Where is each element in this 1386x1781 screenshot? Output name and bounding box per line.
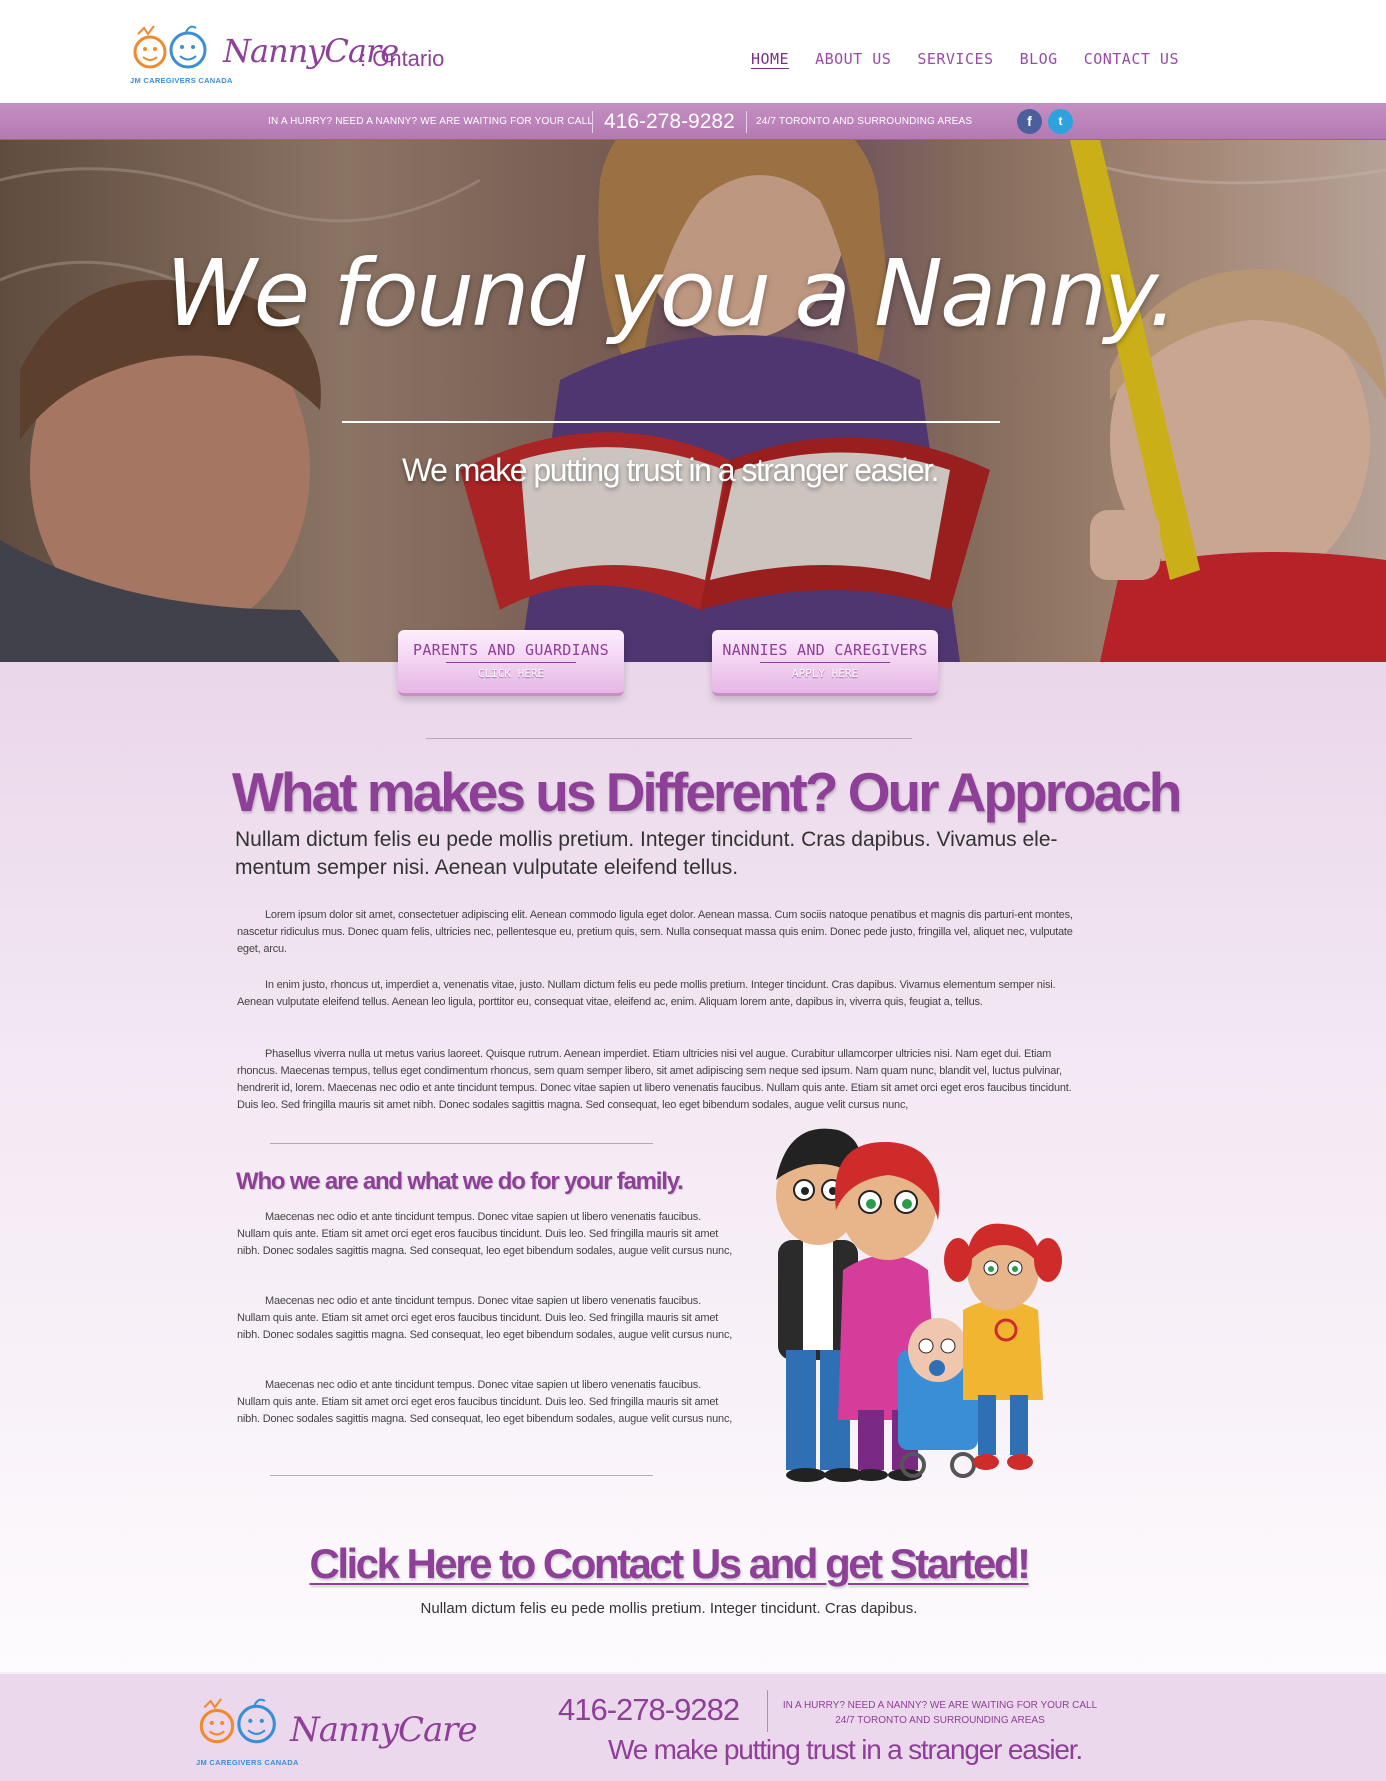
footer-logo[interactable]: NannyCare JM CAREGIVERS CANADA [194,1688,478,1768]
nav-blog[interactable]: BLOG [1020,50,1058,68]
parents-guardians-button[interactable]: PARENTS AND GUARDIANS CLICK HERE [398,630,624,696]
footer-logo-wordmark: NannyCare [290,1710,478,1750]
contact-subtext: Nullam dictum felis eu pede mollis preti… [420,1600,918,1617]
footer-phone[interactable]: 416-278-9282 [558,1692,740,1728]
hero-title: We found you a Nanny. [165,240,1177,347]
strip-hurry-text: IN A HURRY? NEED A NANNY? WE ARE WAITING… [268,116,594,127]
contact-strip: IN A HURRY? NEED A NANNY? WE ARE WAITING… [0,103,1386,140]
approach-heading: What makes us Different? Our Approach [232,761,1182,823]
site-header: NannyCare : Ontario JM CAREGIVERS CANADA… [0,0,1386,103]
nannycare-logo[interactable]: NannyCare : Ontario JM CAREGIVERS CANADA [128,18,448,88]
cartoon-family-illustration [776,1128,1062,1482]
footer-areas-line: 24/7 TORONTO AND SURROUNDING AREAS [835,1715,1045,1726]
logo-region: : Ontario [360,46,445,71]
main-nav: HOME ABOUT US SERVICES BLOG CONTACT US [751,50,1179,68]
button-divider [760,662,890,663]
footer-hurry-text: IN A HURRY? NEED A NANNY? WE ARE WAITING… [780,1698,1100,1728]
approach-paragraph: Lorem ipsum dolor sit amet, consectetuer… [237,909,1073,955]
parents-button-action: CLICK HERE [477,667,545,680]
logo-subtitle: JM CAREGIVERS CANADA [130,76,233,85]
nannies-button-title: NANNIES AND CAREGIVERS [722,641,928,659]
approach-paragraph: Phasellus viverra nulla ut metus varius … [237,1048,1072,1111]
footer-logo-subtitle: JM CAREGIVERS CANADA [196,1758,299,1767]
hero-family-photo [0,140,1386,662]
twitter-icon[interactable]: t [1048,109,1073,134]
nannies-caregivers-button[interactable]: NANNIES AND CAREGIVERS APPLY HERE [712,630,938,696]
who-paragraph: Maecenas nec odio et ante tincidunt temp… [237,1211,733,1257]
approach-lead: Nullam dictum felis eu pede mollis preti… [235,828,1058,879]
section-divider [270,1475,653,1476]
facebook-icon[interactable]: f [1017,109,1042,134]
site-footer: NannyCare JM CAREGIVERS CANADA 416-278-9… [0,1672,1386,1781]
contact-cta-link[interactable]: Click Here to Contact Us and get Started… [0,1540,1338,1588]
logo-faces-icon [199,1698,276,1744]
strip-phone[interactable]: 416-278-9282 [604,110,735,134]
hero-subtitle: We make putting trust in a stranger easi… [401,452,940,488]
footer-tagline: We make putting trust in a stranger easi… [608,1734,1083,1765]
who-heading: Who we are and what we do for your famil… [236,1168,684,1195]
strip-areas-text: 24/7 TORONTO AND SURROUNDING AREAS [756,116,973,127]
hero-divider [342,421,1000,423]
who-paragraph: Maecenas nec odio et ante tincidunt temp… [237,1379,733,1425]
footer-divider [767,1690,768,1732]
who-paragraph: Maecenas nec odio et ante tincidunt temp… [237,1295,733,1341]
nav-services[interactable]: SERVICES [917,50,993,68]
nav-contact-us[interactable]: CONTACT US [1084,50,1179,68]
logo-faces-icon [133,25,207,69]
hero-banner: We found you a Nanny. We make putting tr… [0,140,1386,662]
nannies-button-action: APPLY HERE [791,667,859,680]
nav-home[interactable]: HOME [751,50,789,68]
strip-divider [746,111,747,133]
button-divider [446,662,576,663]
parents-button-title: PARENTS AND GUARDIANS [413,641,609,659]
section-divider [270,1143,653,1144]
approach-paragraph: In enim justo, rhoncus ut, imperdiet a, … [237,979,1056,1008]
strip-divider [592,111,593,133]
footer-hurry-line: IN A HURRY? NEED A NANNY? WE ARE WAITING… [782,1700,1098,1711]
section-divider [426,738,912,739]
nav-about-us[interactable]: ABOUT US [815,50,891,68]
